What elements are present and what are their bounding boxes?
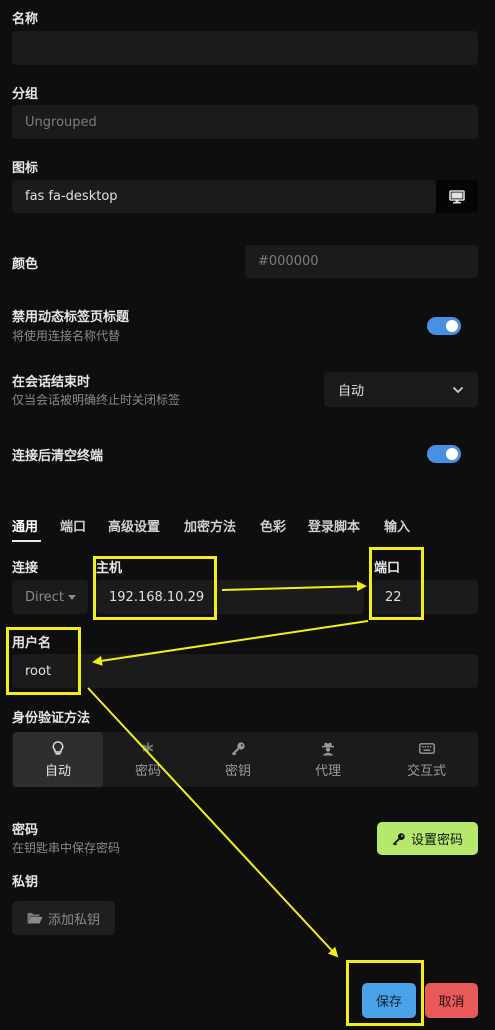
arrow-host-to-port [221,581,367,592]
annotation-arrows [87,581,369,958]
arrow-username-to-save [87,687,339,958]
arrow-port-to-username [92,620,369,666]
